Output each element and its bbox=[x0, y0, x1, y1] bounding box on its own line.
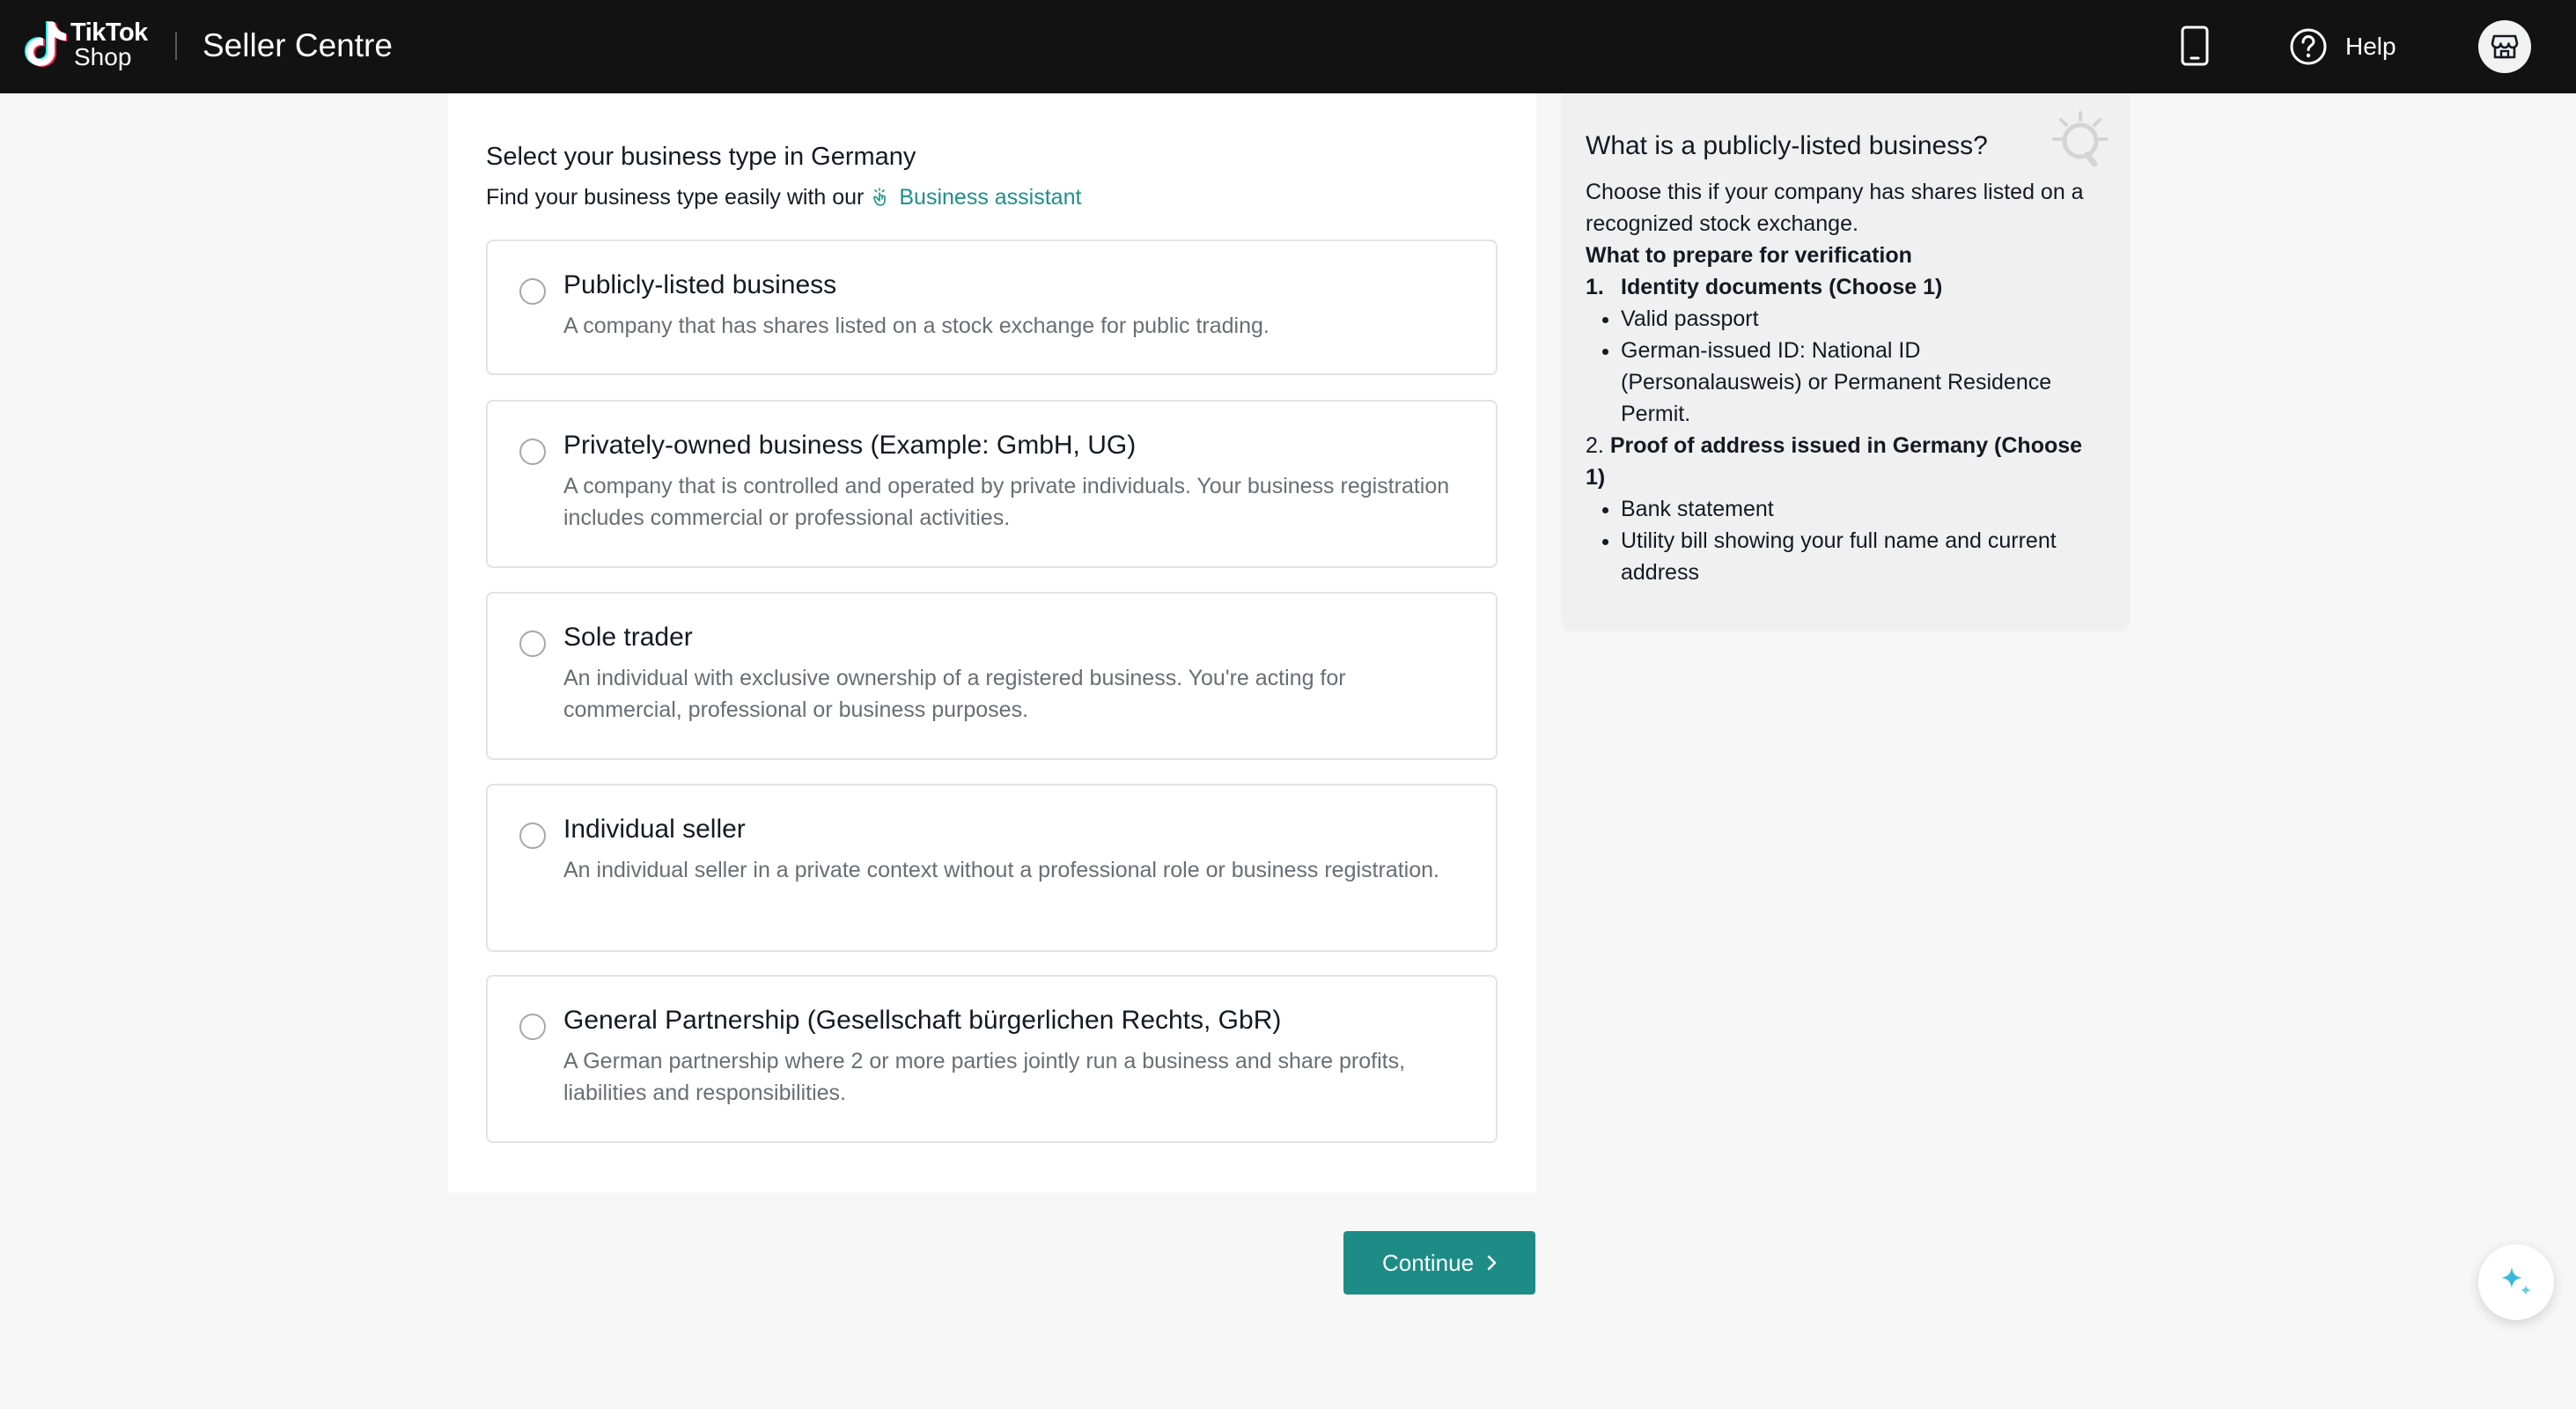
list-item: Bank statement bbox=[1621, 493, 2105, 525]
option-description: A German partnership where 2 or more par… bbox=[563, 1049, 1406, 1105]
option-title: Individual seller bbox=[563, 815, 746, 844]
ai-assistant-button[interactable] bbox=[2478, 1244, 2554, 1320]
option-sole-trader[interactable]: Sole trader An individual with exclusive… bbox=[486, 592, 1498, 760]
business-type-info-panel: What is a publicly-listed business? Choo… bbox=[1561, 93, 2130, 631]
section-title: Identity documents (Choose 1) bbox=[1621, 275, 1943, 299]
option-description: A company that has shares listed on a st… bbox=[563, 314, 1270, 338]
lightbulb-icon bbox=[2052, 111, 2109, 167]
radio-privately-owned-business[interactable] bbox=[519, 439, 546, 465]
tiktok-note-icon bbox=[25, 21, 67, 67]
header-divider bbox=[175, 32, 177, 60]
info-body: Choose this if your company has shares l… bbox=[1586, 176, 2105, 588]
chevron-right-icon bbox=[1487, 1255, 1497, 1271]
tiktok-shop-logo[interactable]: TikTok Shop bbox=[21, 18, 153, 72]
mobile-app-button[interactable] bbox=[2180, 25, 2215, 67]
store-icon bbox=[2491, 34, 2519, 59]
identity-documents-heading: 1. Identity documents (Choose 1) bbox=[1586, 271, 2105, 303]
help-label: Help bbox=[2345, 33, 2396, 60]
option-individual-seller[interactable]: Individual seller An individual seller i… bbox=[486, 784, 1498, 952]
radio-sole-trader[interactable] bbox=[519, 631, 546, 657]
option-description: An individual with exclusive ownership o… bbox=[563, 666, 1346, 722]
info-intro: Choose this if your company has shares l… bbox=[1586, 180, 2084, 236]
page-title: Seller Centre bbox=[202, 27, 393, 63]
option-description: An individual seller in a private contex… bbox=[563, 858, 1439, 882]
subtitle-text: Find your business type easily with our bbox=[486, 185, 865, 210]
list-item: Utility bill showing your full name and … bbox=[1621, 525, 2105, 588]
option-title: General Partnership (Gesellschaft bürger… bbox=[563, 1006, 1282, 1035]
section-title: Proof of address issued in Germany (Choo… bbox=[1586, 433, 2083, 490]
form-title: Select your business type in Germany bbox=[486, 143, 916, 171]
list-item: Valid passport bbox=[1621, 303, 2105, 335]
logo-text-shop: Shop bbox=[74, 43, 132, 70]
business-assistant-label: Business assistant bbox=[899, 185, 1082, 210]
proof-of-address-heading: 2. Proof of address issued in Germany (C… bbox=[1586, 430, 2105, 493]
section-number: 2. bbox=[1586, 433, 1604, 458]
business-assistant-link[interactable]: Business assistant bbox=[872, 181, 1081, 213]
help-button[interactable]: Help bbox=[2289, 26, 2396, 67]
info-title: What is a publicly-listed business? bbox=[1586, 131, 1988, 160]
radio-individual-seller[interactable] bbox=[519, 823, 546, 849]
option-title: Sole trader bbox=[563, 623, 693, 652]
mobile-phone-icon bbox=[2181, 26, 2209, 66]
question-circle-icon bbox=[2290, 28, 2327, 65]
sparkle-icon bbox=[2501, 1267, 2531, 1295]
section-number: 1. bbox=[1586, 275, 1604, 299]
prepare-heading: What to prepare for verification bbox=[1586, 243, 1912, 268]
option-privately-owned-business[interactable]: Privately-owned business (Example: GmbH,… bbox=[486, 400, 1498, 568]
radio-publicly-listed-business[interactable] bbox=[519, 278, 546, 305]
business-type-form: Select your business type in Germany Fin… bbox=[448, 93, 1536, 1192]
option-general-partnership[interactable]: General Partnership (Gesellschaft bürger… bbox=[486, 975, 1498, 1143]
option-publicly-listed-business[interactable]: Publicly-listed business A company that … bbox=[486, 240, 1498, 375]
option-title: Publicly-listed business bbox=[563, 270, 837, 299]
proof-of-address-list: Bank statement Utility bill showing your… bbox=[1586, 493, 2105, 588]
continue-label: Continue bbox=[1381, 1249, 1475, 1276]
shop-account-button[interactable] bbox=[2478, 20, 2531, 73]
logo-text-tiktok: TikTok bbox=[70, 18, 148, 47]
sparkle-hand-icon bbox=[873, 188, 887, 206]
list-item: German-issued ID: National ID (Personala… bbox=[1621, 335, 2105, 430]
form-subtitle: Find your business type easily with our … bbox=[486, 181, 1081, 213]
option-title: Privately-owned business (Example: GmbH,… bbox=[563, 431, 1137, 460]
radio-general-partnership[interactable] bbox=[519, 1014, 546, 1040]
top-navigation-bar: TikTok Shop Seller Centre Help bbox=[0, 0, 2576, 93]
continue-button[interactable]: Continue bbox=[1343, 1231, 1535, 1295]
identity-documents-list: Valid passport German-issued ID: Nationa… bbox=[1586, 303, 2105, 430]
option-description: A company that is controlled and operate… bbox=[563, 474, 1450, 530]
